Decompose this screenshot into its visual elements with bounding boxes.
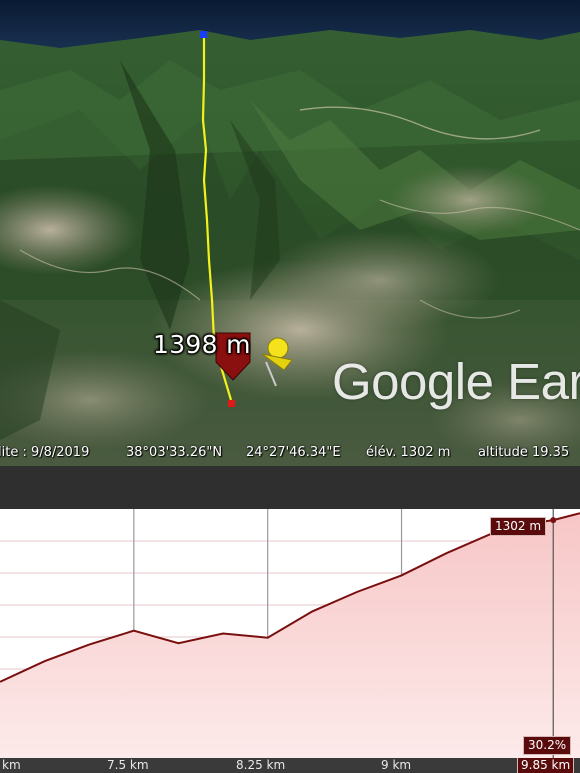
axis-tick-label: 8.25 km <box>236 758 286 772</box>
imagery-date: lite : 9/8/2019 <box>0 445 90 460</box>
track-start-marker[interactable] <box>200 31 207 38</box>
elevation-marker-label: 1398 m <box>153 330 251 359</box>
terrain-viewport[interactable]: 1398 m Google Ear lite : 9/8/2019 38°03'… <box>0 0 580 466</box>
axis-tick-label: 9 km <box>381 758 412 772</box>
placemark-pushpin-icon[interactable] <box>261 337 293 387</box>
distance-axis: km 7.5 km 8.25 km 9 km 9.85 km <box>0 758 580 773</box>
status-bar: lite : 9/8/2019 38°03'33.26"N 24°27'46.3… <box>0 440 580 466</box>
altitude-readout: altitude 19.35 <box>478 445 570 460</box>
elevation-profile-panel[interactable]: 1302 m 30.2% <box>0 509 580 773</box>
elevation-readout: élév. 1302 m <box>366 445 451 460</box>
slope-tag: 30.2% <box>523 736 572 755</box>
latitude-readout: 38°03'33.26"N <box>126 445 223 460</box>
current-distance-tag: 9.85 km <box>517 758 575 773</box>
hover-elevation-tag: 1302 m <box>490 517 547 536</box>
cursor-point <box>550 517 557 524</box>
panel-divider[interactable] <box>0 466 580 509</box>
profile-area <box>0 513 580 758</box>
longitude-readout: 24°27'46.34"E <box>246 445 341 460</box>
elevation-profile-chart[interactable] <box>0 509 580 758</box>
google-earth-watermark: Google Ear <box>332 353 580 410</box>
axis-tick-label: 7.5 km <box>107 758 149 772</box>
track-end-marker[interactable] <box>228 400 235 407</box>
axis-tick-label: km <box>2 758 21 772</box>
